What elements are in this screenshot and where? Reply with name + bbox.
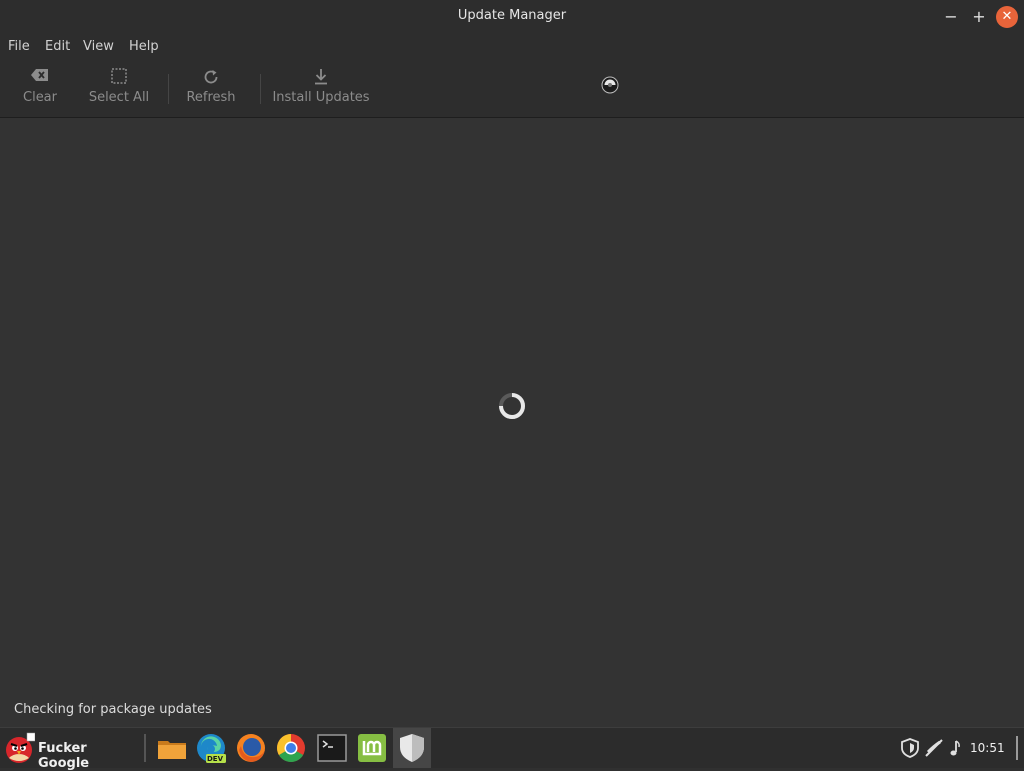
taskbar-terminal[interactable] bbox=[316, 732, 348, 764]
start-menu-label: Fucker Google bbox=[38, 741, 90, 771]
show-desktop-button[interactable] bbox=[1016, 736, 1018, 760]
tray-shield-icon[interactable] bbox=[900, 738, 920, 758]
install-updates-button[interactable]: Install Updates bbox=[272, 60, 370, 118]
title-bar[interactable]: Update Manager − + ✕ bbox=[0, 0, 1024, 33]
menu-view[interactable]: View bbox=[83, 39, 114, 54]
update-manager-window: Update Manager − + ✕ File Edit View Help… bbox=[0, 0, 1024, 727]
toolbar: Clear Select All Refresh Install Updates bbox=[0, 60, 1024, 118]
clear-button[interactable]: Clear bbox=[18, 60, 62, 118]
taskbar: Fucker Google DEV 10:51 bbox=[0, 727, 1024, 771]
chrome-icon bbox=[275, 734, 307, 768]
taskbar-separator bbox=[144, 734, 146, 762]
select-all-icon bbox=[86, 60, 152, 90]
terminal-icon bbox=[316, 734, 348, 768]
loading-spinner-icon bbox=[497, 391, 527, 421]
taskbar-chrome[interactable] bbox=[275, 732, 307, 764]
status-text: Checking for package updates bbox=[14, 702, 212, 717]
firefox-icon bbox=[235, 734, 267, 768]
shield-icon bbox=[398, 732, 426, 768]
refresh-icon bbox=[184, 60, 238, 90]
menu-edit[interactable]: Edit bbox=[45, 39, 70, 54]
maximize-button[interactable]: + bbox=[968, 6, 990, 28]
folder-icon bbox=[156, 741, 188, 768]
taskbar-update-manager[interactable] bbox=[393, 728, 431, 768]
refresh-label: Refresh bbox=[186, 90, 236, 105]
toolbar-separator bbox=[260, 74, 261, 104]
select-all-button[interactable]: Select All bbox=[86, 60, 152, 118]
start-menu-button[interactable]: Fucker Google bbox=[0, 728, 140, 771]
linux-mint-icon bbox=[356, 734, 388, 768]
minimize-button[interactable]: − bbox=[940, 6, 962, 28]
download-icon bbox=[272, 60, 370, 90]
refresh-button[interactable]: Refresh bbox=[184, 60, 238, 118]
taskbar-firefox[interactable] bbox=[235, 732, 267, 764]
select-all-label: Select All bbox=[88, 90, 150, 105]
taskbar-files[interactable] bbox=[156, 732, 188, 764]
menu-help[interactable]: Help bbox=[129, 39, 159, 54]
backspace-icon bbox=[18, 60, 62, 90]
edge-dev-badge: DEV bbox=[207, 755, 224, 763]
taskbar-edge-dev[interactable]: DEV bbox=[195, 732, 227, 764]
angry-bird-icon bbox=[3, 732, 36, 764]
menu-bar: File Edit View Help bbox=[0, 33, 1024, 60]
close-button[interactable]: ✕ bbox=[996, 6, 1018, 28]
sound-icon[interactable] bbox=[947, 738, 967, 758]
window-title: Update Manager bbox=[457, 8, 567, 23]
network-disconnected-icon[interactable] bbox=[924, 738, 944, 758]
clock[interactable]: 10:51 bbox=[970, 741, 1005, 755]
taskbar-mintupdate[interactable] bbox=[356, 732, 388, 764]
install-updates-label: Install Updates bbox=[272, 90, 370, 105]
toolbar-separator bbox=[168, 74, 169, 104]
clear-label: Clear bbox=[23, 90, 57, 105]
menu-file[interactable]: File bbox=[8, 39, 30, 54]
status-orb-icon bbox=[601, 76, 619, 94]
updates-list-area: Checking for package updates bbox=[0, 118, 1024, 727]
